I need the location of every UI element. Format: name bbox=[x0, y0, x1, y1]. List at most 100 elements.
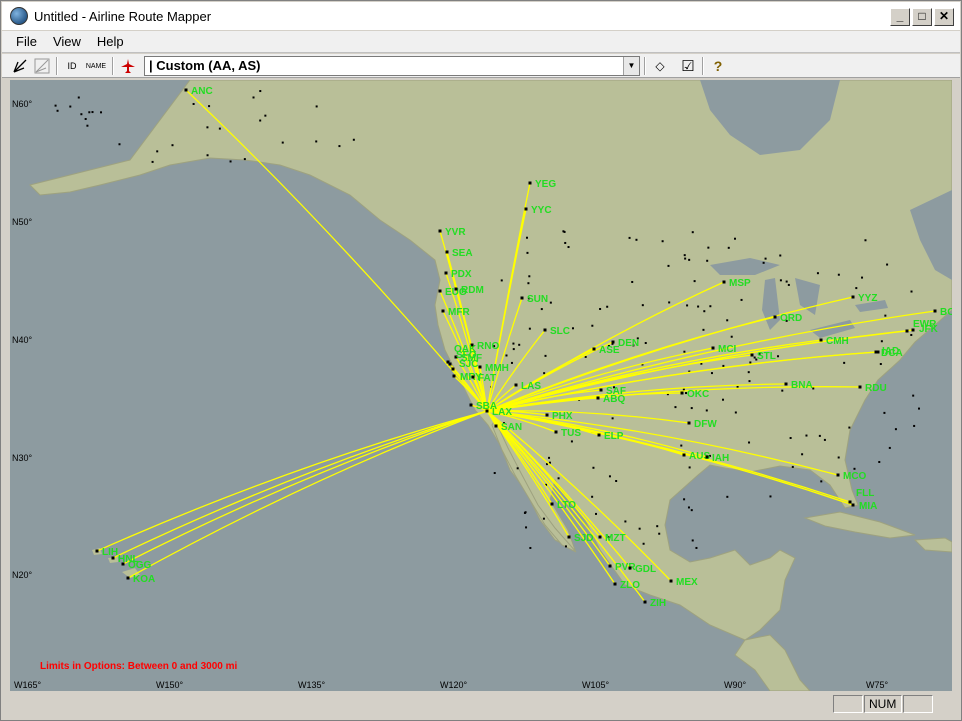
airport-marker[interactable] bbox=[438, 289, 442, 293]
airport-marker[interactable] bbox=[905, 329, 909, 333]
airport-label[interactable]: OKC bbox=[687, 389, 709, 400]
airport-marker[interactable] bbox=[126, 576, 130, 580]
airport-marker[interactable] bbox=[933, 309, 937, 313]
airport-label[interactable]: DEN bbox=[618, 338, 639, 349]
airport-label[interactable]: PVR bbox=[615, 562, 636, 573]
airport-label[interactable]: ZIH bbox=[650, 598, 666, 609]
airport-label[interactable]: JFK bbox=[919, 324, 939, 335]
airport-label[interactable]: CMH bbox=[826, 336, 849, 347]
airport-marker[interactable] bbox=[454, 287, 458, 291]
airport-label[interactable]: YVR bbox=[445, 227, 466, 238]
airport-marker[interactable] bbox=[469, 403, 473, 407]
airport-label[interactable]: ZLO bbox=[620, 580, 640, 591]
airport-label[interactable]: IAH bbox=[712, 453, 729, 464]
airport-label[interactable]: MZT bbox=[605, 533, 626, 544]
airport-label[interactable]: SAN bbox=[501, 422, 522, 433]
airport-marker[interactable] bbox=[438, 229, 442, 233]
chevron-down-icon[interactable]: ▼ bbox=[623, 57, 639, 75]
airport-marker[interactable] bbox=[471, 375, 475, 379]
menu-file[interactable]: File bbox=[8, 34, 45, 49]
airport-marker[interactable] bbox=[451, 367, 455, 371]
airport-label[interactable]: TUS bbox=[561, 428, 581, 439]
airport-marker[interactable] bbox=[485, 409, 489, 413]
airport-label[interactable]: IAD bbox=[882, 346, 899, 357]
airport-marker[interactable] bbox=[599, 388, 603, 392]
airport-marker[interactable] bbox=[445, 250, 449, 254]
airport-marker[interactable] bbox=[514, 383, 518, 387]
airport-marker[interactable] bbox=[628, 566, 632, 570]
airport-marker[interactable] bbox=[680, 391, 684, 395]
airport-marker[interactable] bbox=[494, 424, 498, 428]
airport-label[interactable]: FLL bbox=[856, 488, 874, 499]
airport-marker[interactable] bbox=[520, 296, 524, 300]
airport-marker[interactable] bbox=[528, 181, 532, 185]
airport-marker[interactable] bbox=[643, 600, 647, 604]
airport-marker[interactable] bbox=[598, 535, 602, 539]
airport-marker[interactable] bbox=[911, 328, 915, 332]
airport-label[interactable]: MEX bbox=[676, 577, 698, 588]
airport-label[interactable]: ELP bbox=[604, 431, 624, 442]
airport-marker[interactable] bbox=[836, 473, 840, 477]
airport-label[interactable]: YYZ bbox=[858, 293, 877, 304]
airport-marker[interactable] bbox=[121, 562, 125, 566]
airport-marker[interactable] bbox=[441, 309, 445, 313]
airport-label[interactable]: MSP bbox=[729, 278, 751, 289]
route-tool-button[interactable] bbox=[10, 56, 30, 76]
show-id-button[interactable]: ID bbox=[62, 56, 82, 76]
checkbox-button[interactable]: ☑ bbox=[678, 56, 698, 76]
airport-label[interactable]: SEA bbox=[452, 248, 473, 259]
airline-selector[interactable]: | Custom (AA, AS) ▼ bbox=[144, 56, 640, 76]
airport-label[interactable]: GDL bbox=[635, 564, 656, 575]
airport-marker[interactable] bbox=[596, 396, 600, 400]
help-button[interactable]: ? bbox=[708, 56, 728, 76]
airport-label[interactable]: BNA bbox=[791, 380, 813, 391]
airport-marker[interactable] bbox=[543, 328, 547, 332]
airport-label[interactable]: RNO bbox=[477, 341, 499, 352]
airport-marker[interactable] bbox=[851, 295, 855, 299]
airport-label[interactable]: SUN bbox=[527, 294, 548, 305]
diamond-button[interactable]: ◇ bbox=[650, 56, 670, 76]
route-tool-disabled-button[interactable] bbox=[32, 56, 52, 76]
airport-label[interactable]: LAX bbox=[492, 407, 512, 418]
airport-marker[interactable] bbox=[444, 271, 448, 275]
airport-label[interactable]: KOA bbox=[133, 574, 155, 585]
airport-marker[interactable] bbox=[687, 421, 691, 425]
airport-label[interactable]: OGG bbox=[128, 560, 152, 571]
airport-marker[interactable] bbox=[452, 374, 456, 378]
airport-marker[interactable] bbox=[597, 433, 601, 437]
close-button[interactable]: ✕ bbox=[934, 8, 954, 26]
airport-label[interactable]: ASE bbox=[599, 345, 620, 356]
menu-help[interactable]: Help bbox=[89, 34, 132, 49]
airport-label[interactable]: ABQ bbox=[603, 394, 625, 405]
airport-marker[interactable] bbox=[848, 500, 852, 504]
airport-marker[interactable] bbox=[705, 455, 709, 459]
airport-marker[interactable] bbox=[478, 365, 482, 369]
airport-label[interactable]: PDX bbox=[451, 269, 472, 280]
airport-label[interactable]: MMH bbox=[485, 363, 509, 374]
airport-label[interactable]: MFR bbox=[448, 307, 470, 318]
airport-marker[interactable] bbox=[784, 382, 788, 386]
airplane-button[interactable] bbox=[118, 56, 138, 76]
airport-label[interactable]: YEG bbox=[535, 179, 556, 190]
airport-marker[interactable] bbox=[545, 413, 549, 417]
airport-label[interactable]: BOS bbox=[940, 307, 952, 318]
route-map[interactable]: ANC YEG YYC YVR SEA PDX EUG RDM MFR SUN RNO SLC SMF O… bbox=[10, 80, 952, 691]
airport-marker[interactable] bbox=[711, 346, 715, 350]
airport-label[interactable]: PHX bbox=[552, 411, 573, 422]
airport-marker[interactable] bbox=[111, 556, 115, 560]
airport-label[interactable]: LIH bbox=[102, 547, 118, 558]
airport-label[interactable]: FAT bbox=[478, 373, 496, 384]
airport-marker[interactable] bbox=[592, 347, 596, 351]
airport-marker[interactable] bbox=[773, 315, 777, 319]
airport-marker[interactable] bbox=[567, 535, 571, 539]
airport-marker[interactable] bbox=[750, 353, 754, 357]
minimize-button[interactable]: _ bbox=[890, 8, 910, 26]
airport-marker[interactable] bbox=[611, 340, 615, 344]
airport-marker[interactable] bbox=[613, 582, 617, 586]
airport-label[interactable]: SJC bbox=[459, 359, 478, 370]
airport-label[interactable]: ANC bbox=[191, 86, 213, 97]
show-name-button[interactable]: NAME bbox=[84, 56, 108, 76]
airport-marker[interactable] bbox=[550, 502, 554, 506]
map-canvas[interactable]: ANCYEGYYCYVRSEAPDXEUGRDMMFRSUNRNOSLCSMFO… bbox=[10, 80, 952, 691]
airport-label[interactable]: ORD bbox=[780, 313, 802, 324]
